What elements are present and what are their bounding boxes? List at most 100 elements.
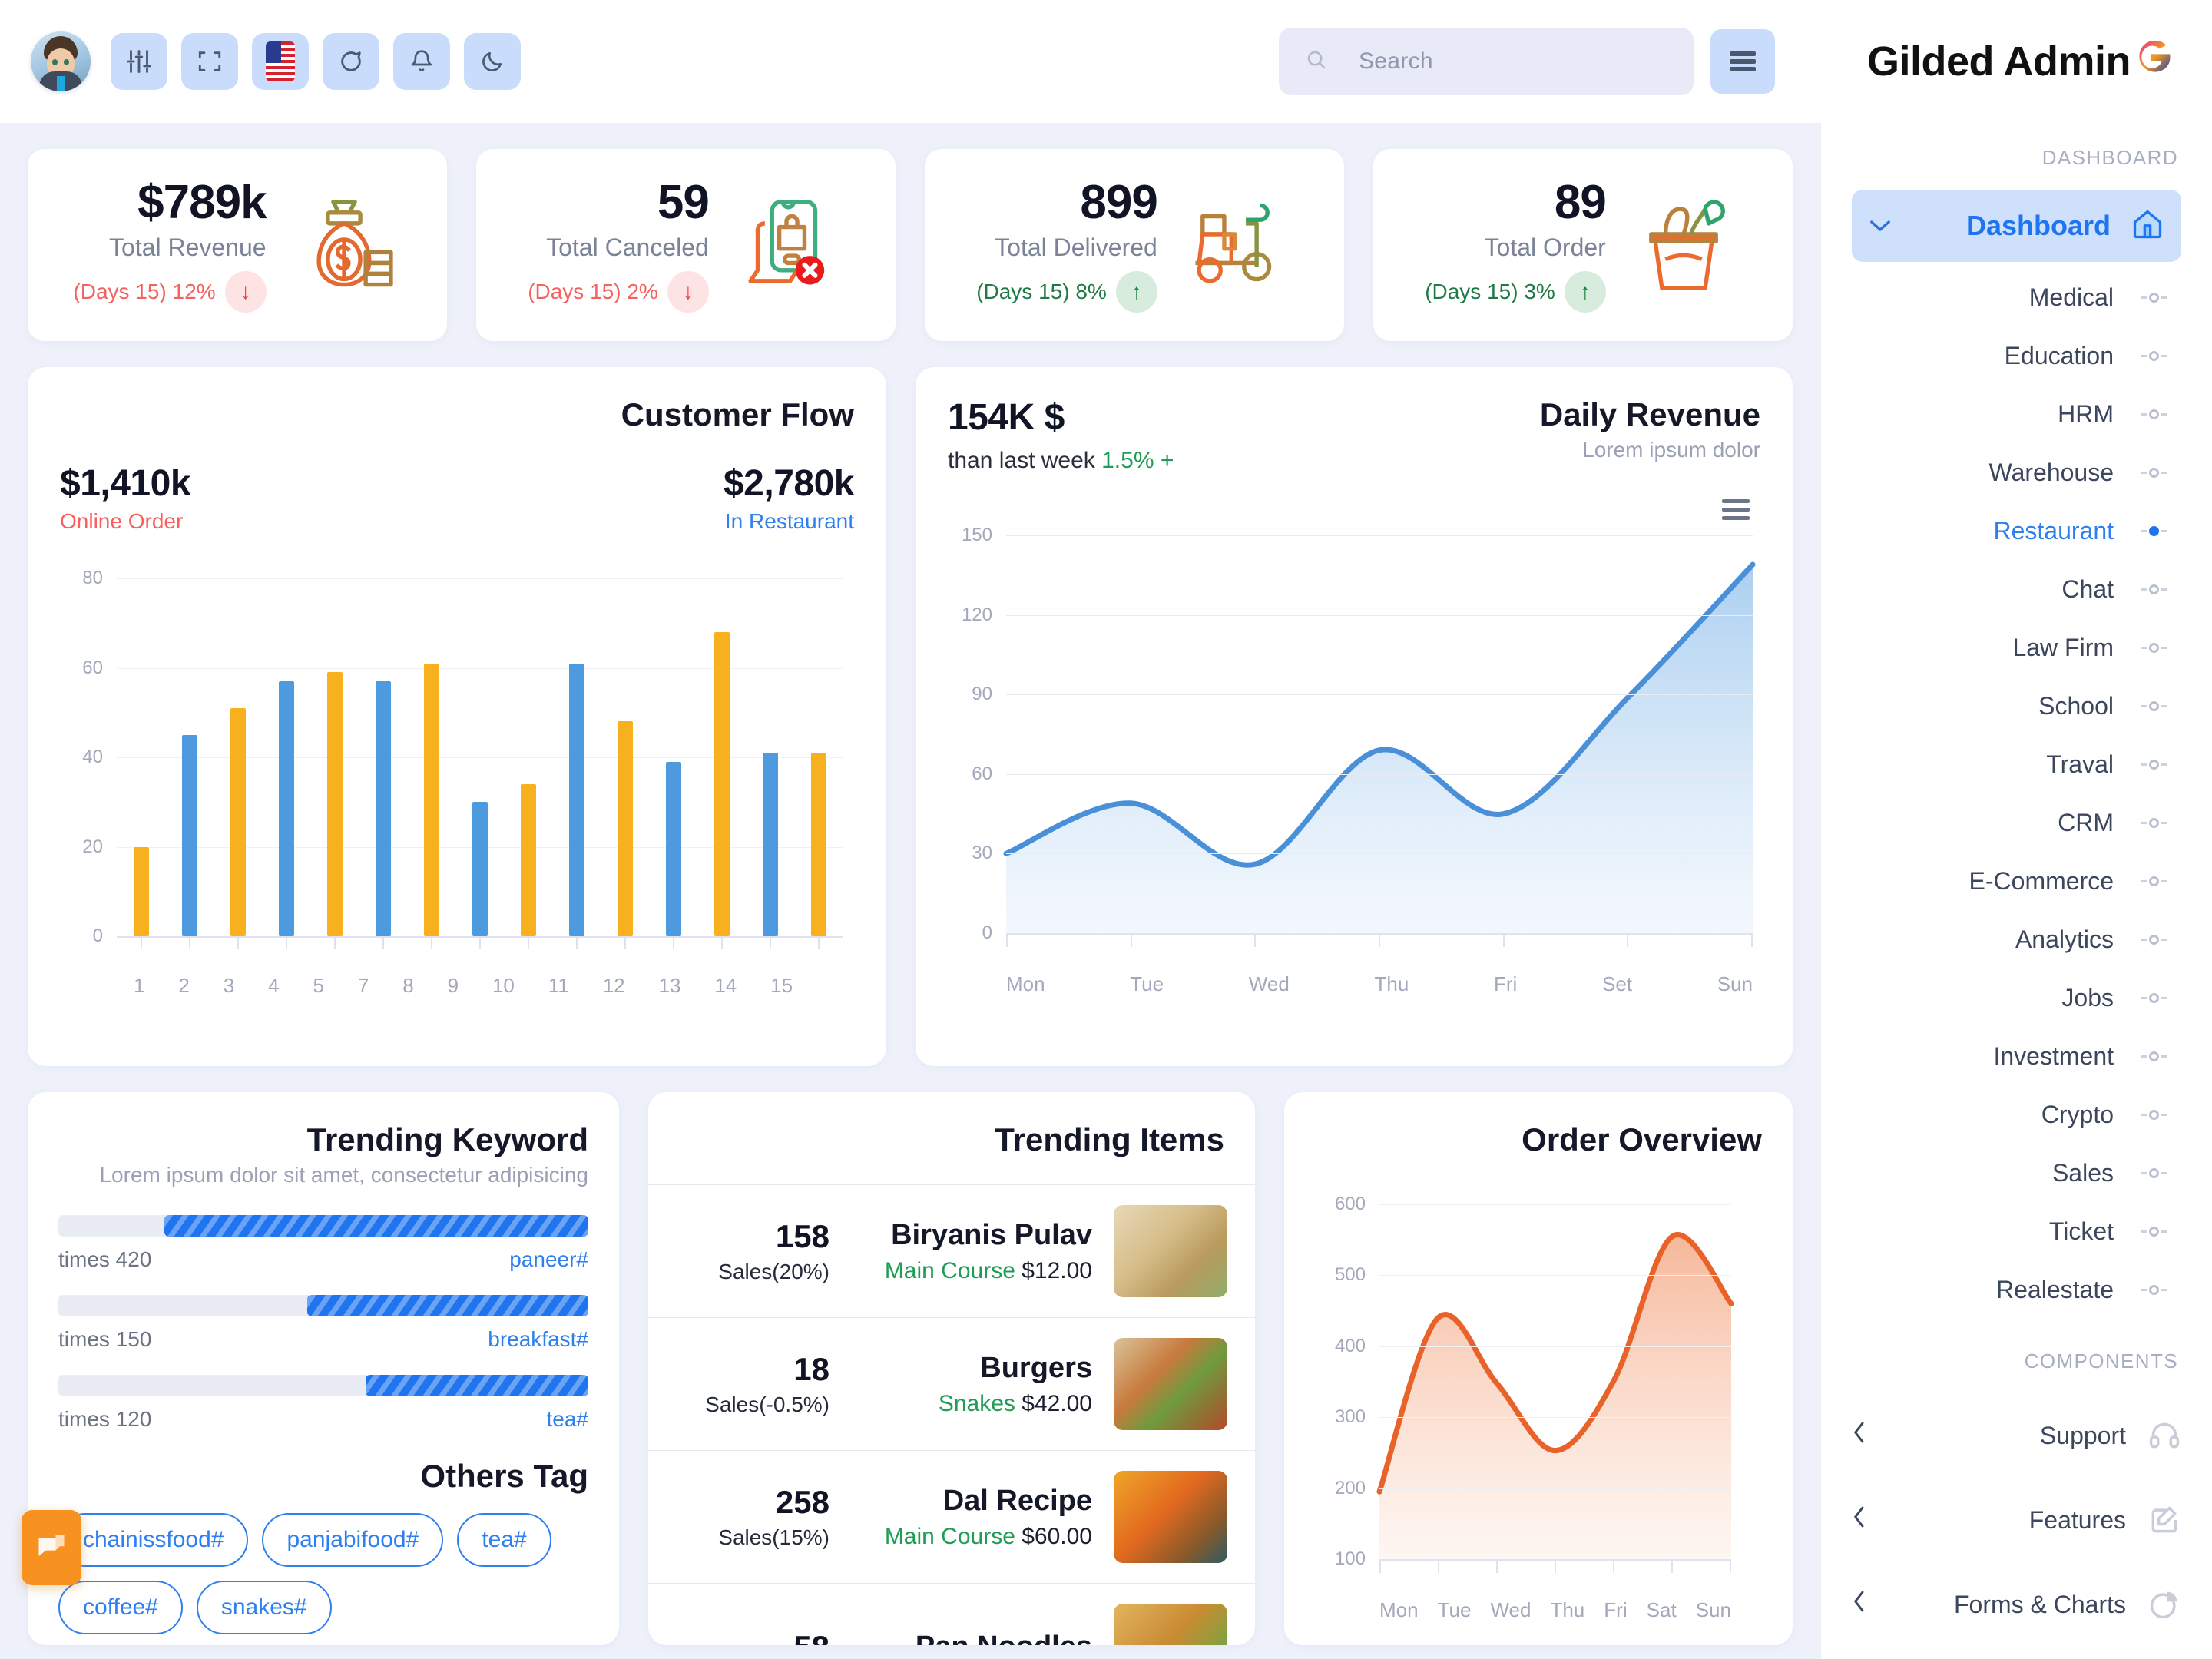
stat-label: Online Order (60, 509, 184, 533)
bar[interactable] (326, 672, 343, 936)
order-overview-card: Order Overview 100 200 300 400 500 600 M… (1284, 1092, 1793, 1645)
chat-bubble-icon[interactable] (22, 1510, 81, 1585)
avatar[interactable] (31, 31, 91, 91)
bar[interactable] (569, 663, 585, 936)
arrow-down-icon: ↓ (224, 271, 267, 313)
x-tick (478, 936, 481, 949)
x-tick (1555, 1561, 1556, 1573)
kpi-card-canceled[interactable]: 59 Total Canceled (Days 15) 2% ↓ (476, 149, 896, 341)
sidebar-item-traval[interactable]: Traval (1852, 735, 2181, 793)
keyword-tag[interactable]: breakfast# (488, 1327, 588, 1352)
list-item[interactable]: 158 Sales(20%) Biryanis Pulav Main Course $… (648, 1184, 1255, 1317)
flag-us-icon[interactable] (252, 33, 309, 90)
kpi-value: 59 (657, 175, 710, 229)
daily-revenue-card: 154K $ than last week 1.5% + Daily Reven… (916, 367, 1793, 1066)
bar[interactable] (666, 761, 682, 936)
x-tick (721, 936, 724, 949)
bar[interactable] (375, 680, 391, 936)
sidebar-section-dashboard: DASHBOARD (2041, 146, 2178, 169)
kpi-card-revenue[interactable]: $789k Total Revenue (Days 15) 12% ↓ (28, 149, 447, 341)
bar[interactable] (230, 707, 246, 936)
tag-chip[interactable]: coffee# (58, 1581, 183, 1634)
sidebar-item-crm[interactable]: CRM (1852, 793, 2181, 852)
sidebar-item-e-commerce[interactable]: E-Commerce (1852, 852, 2181, 910)
bullet-icon (2137, 642, 2171, 653)
menu-toggle-button[interactable] (1710, 29, 1775, 94)
sidebar-item-crypto[interactable]: Crypto (1852, 1085, 2181, 1144)
bar[interactable] (133, 846, 149, 936)
search-input[interactable]: Search (1279, 28, 1694, 95)
moon-icon[interactable] (464, 33, 521, 90)
sidebar-item-sales[interactable]: Sales (1852, 1144, 2181, 1202)
y-tick-label: 80 (82, 568, 103, 588)
keyword-tag[interactable]: paneer# (509, 1247, 588, 1272)
bar[interactable] (181, 734, 197, 936)
x-tick-label: 10 (492, 974, 515, 997)
tag-list: chainissfood# panjabifood# tea# coffee# snak… (58, 1513, 588, 1634)
sidebar-item-ticket[interactable]: Ticket (1852, 1202, 2181, 1260)
sidebar-group-support[interactable]: Support (1852, 1393, 2181, 1478)
sidebar-item-hrm[interactable]: HRM (1852, 385, 2181, 443)
sidebar-item-jobs[interactable]: Jobs (1852, 969, 2181, 1027)
y-tick-label: 20 (82, 836, 103, 857)
tag-chip[interactable]: panjabifood# (262, 1513, 444, 1567)
fullscreen-icon[interactable] (181, 33, 238, 90)
bar[interactable] (811, 753, 827, 936)
x-tick (1254, 935, 1257, 947)
bar[interactable] (278, 680, 294, 936)
bar[interactable] (618, 721, 634, 936)
chat-icon[interactable] (323, 33, 379, 90)
list-item[interactable]: 58 Pan Noodles (648, 1583, 1255, 1645)
tag-chip[interactable]: chainissfood# (58, 1513, 249, 1567)
area-chart-x-labels: Mon Tue Wed Thu Fri Set Sun (1006, 972, 1753, 996)
y-tick-label: 0 (92, 926, 103, 946)
sidebar-item-dashboard[interactable]: Dashboard (1852, 190, 2181, 262)
bar-chart-ticks (117, 936, 843, 949)
sidebar-item-label: Realestate (1996, 1275, 2114, 1303)
bar-chart-y-axis: 0 20 40 60 80 (60, 568, 111, 946)
sliders-icon[interactable] (111, 33, 167, 90)
bar[interactable] (423, 663, 439, 936)
bullet-icon (2137, 467, 2171, 478)
sidebar-item-medical[interactable]: Medical (1852, 268, 2181, 326)
sidebar-item-investment[interactable]: Investment (1852, 1027, 2181, 1085)
sidebar-item-label: Dashboard (1965, 210, 2111, 241)
sidebar-group-forms-charts[interactable]: Forms & Charts (1852, 1562, 2181, 1647)
sidebar-item-label: Ticket (2048, 1217, 2114, 1245)
sidebar-item-warehouse[interactable]: Warehouse (1852, 443, 2181, 502)
list-item[interactable]: 258 Sales(15%) Dal Recipe Main Course $60.0… (648, 1450, 1255, 1583)
sidebar-item-restaurant[interactable]: Restaurant (1852, 502, 2181, 560)
bar[interactable] (472, 802, 488, 936)
x-tick-label: 9 (447, 974, 459, 997)
bar[interactable] (714, 631, 730, 936)
sidebar-item-label: CRM (2058, 808, 2114, 836)
online-order-stat: $1,410k Online Order (60, 462, 191, 534)
sidebar-group-features[interactable]: Features (1852, 1478, 2181, 1562)
x-tick (237, 936, 239, 949)
sidebar-item-analytics[interactable]: Analytics (1852, 910, 2181, 969)
sidebar-item-education[interactable]: Education (1852, 326, 2181, 385)
tag-chip[interactable]: tea# (457, 1513, 551, 1567)
tag-chip[interactable]: snakes# (196, 1581, 332, 1634)
item-info: Biryanis Pulav Main Course $12.00 (851, 1219, 1092, 1284)
kpi-card-order[interactable]: 89 Total Order (Days 15) 3% ↑ (1373, 149, 1793, 341)
bar[interactable] (521, 783, 537, 936)
kpi-card-delivered[interactable]: 899 Total Delivered (Days 15) 8% ↑ (925, 149, 1344, 341)
sidebar-item-label: Education (2004, 341, 2114, 369)
bell-icon[interactable] (393, 33, 450, 90)
x-tick-label: 8 (402, 974, 414, 997)
list-item[interactable]: 18 Sales(-0.5%) Burgers Snakes $42.00 (648, 1317, 1255, 1450)
item-sales: Sales(20%) (718, 1260, 830, 1283)
order-chart-x-labels: Mon Tue Wed Thu Fri Sat Sun (1379, 1598, 1731, 1622)
sidebar-group-tables[interactable]: Tables (1852, 1647, 2181, 1659)
delivery-scooter-icon (1177, 187, 1293, 303)
sidebar-item-law-firm[interactable]: Law Firm (1852, 618, 2181, 677)
sidebar-item-realestate[interactable]: Realestate (1852, 1260, 2181, 1319)
sidebar-item-chat[interactable]: Chat (1852, 560, 2181, 618)
keyword-tag[interactable]: tea# (547, 1407, 589, 1432)
stat-label: In Restaurant (724, 509, 854, 533)
hamburger-menu-icon[interactable] (1722, 495, 1750, 525)
sidebar-item-school[interactable]: School (1852, 677, 2181, 735)
bar[interactable] (763, 753, 779, 936)
x-tick (1496, 1561, 1498, 1573)
